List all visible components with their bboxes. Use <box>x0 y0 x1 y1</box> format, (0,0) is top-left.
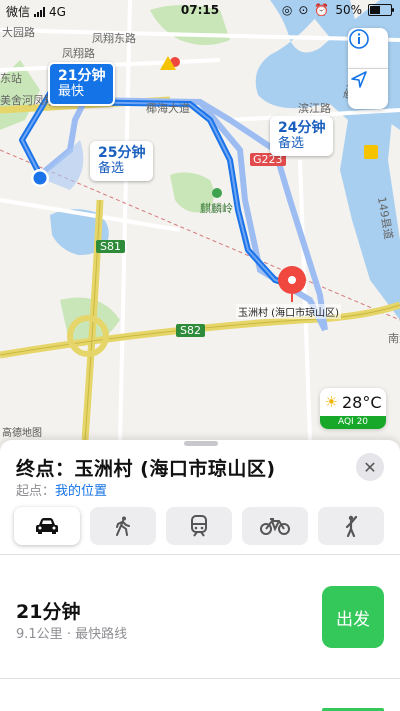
sheet-grabber[interactable] <box>184 441 218 446</box>
weather-temp: 28°C <box>341 392 382 412</box>
directions-sheet: 终点：玉洲村 (海口市琼山区) 起点：我的位置 ✕ 21分钟 9.1公里 · 最… <box>0 440 400 711</box>
transit-icon <box>191 515 207 537</box>
info-icon <box>349 29 369 49</box>
highway-badge-s81: S81 <box>96 240 125 253</box>
map-view[interactable]: 大园路 凤翔东路 凤翔路 东站 美舍河凤翔 椰海大道 滨江路 南渡江 麒麟岭 S… <box>0 0 400 440</box>
route-callout-fastest[interactable]: 21分钟 最快 <box>48 62 116 106</box>
origin-link[interactable]: 我的位置 <box>55 484 107 499</box>
route-summary: 9.1公里 · 最快路线 <box>16 623 127 642</box>
destination-name: 玉洲村 (海口市琼山区) <box>74 458 276 480</box>
battery-percent: 50% <box>335 3 362 17</box>
walk-icon <box>116 516 130 536</box>
route-tag-label: 备选 <box>98 161 125 176</box>
origin-row: 起点：我的位置 <box>16 480 107 499</box>
divider <box>0 678 400 679</box>
transport-mode-bar <box>14 507 384 545</box>
route-separator: · <box>66 627 71 642</box>
mode-car[interactable] <box>14 507 80 545</box>
go-button[interactable]: 出发 <box>322 586 384 648</box>
place-label: 麒麟岭 <box>200 202 233 215</box>
bike-icon <box>260 518 290 535</box>
mode-bike[interactable] <box>242 507 308 545</box>
place-label: 美舍河凤翔 <box>0 94 55 107</box>
route-duration: 21分钟 <box>16 601 81 623</box>
route-time-label: 21分钟 <box>58 68 106 84</box>
destination-title: 终点：玉洲村 (海口市琼山区) <box>16 454 276 481</box>
route-tag-label: 备选 <box>278 136 305 151</box>
highway-badge-s82: S82 <box>176 324 205 337</box>
divider <box>0 554 400 555</box>
weather-widget: ☀ 28°C AQI 20 <box>320 388 386 429</box>
close-button[interactable]: ✕ <box>356 453 384 481</box>
info-button[interactable] <box>348 28 388 69</box>
road-label: 椰海大道 <box>146 102 190 115</box>
mode-walk[interactable] <box>90 507 156 545</box>
origin-prefix: 起点： <box>16 484 56 499</box>
route-time-label: 24分钟 <box>278 120 326 136</box>
map-logo: 高德地图 <box>2 428 42 439</box>
sun-icon: ☀ <box>324 393 338 411</box>
place-label: 东站 <box>0 72 22 85</box>
road-label: 滨江路 <box>298 102 331 115</box>
mode-taxi[interactable] <box>318 507 384 545</box>
place-label: 南渡 <box>388 332 400 345</box>
route-callout-alt[interactable]: 25分钟 备选 <box>90 141 154 181</box>
mode-transit[interactable] <box>166 507 232 545</box>
route-tag-label: 最快 <box>58 84 85 99</box>
location-arrow-icon <box>351 71 367 88</box>
road-label: 凤翔东路 <box>92 32 136 45</box>
route-callout-alt[interactable]: 24分钟 备选 <box>270 116 334 156</box>
taxi-hail-icon <box>345 515 358 537</box>
route-time-label: 25分钟 <box>98 145 146 161</box>
route-desc: 最快路线 <box>75 627 128 642</box>
destination-map-label: 玉洲村 (海口市琼山区) <box>236 304 341 319</box>
car-icon <box>36 518 58 534</box>
location-status-icon: ◎ <box>281 3 293 17</box>
route-distance: 9.1公里 <box>16 627 63 642</box>
road-label: 大园路 <box>2 26 35 39</box>
road-label: 凤翔路 <box>62 47 95 60</box>
battery-icon <box>368 4 394 16</box>
locate-button[interactable] <box>348 69 388 109</box>
status-bar: 微信 4G 07:15 ◎ ⊙ ⏰ 50% <box>0 0 400 20</box>
close-icon: ✕ <box>363 457 377 477</box>
aqi-badge: AQI 20 <box>320 416 386 429</box>
alarm-icon: ⏰ <box>314 3 330 17</box>
destination-prefix: 终点： <box>16 458 75 480</box>
orientation-lock-icon: ⊙ <box>298 3 309 17</box>
